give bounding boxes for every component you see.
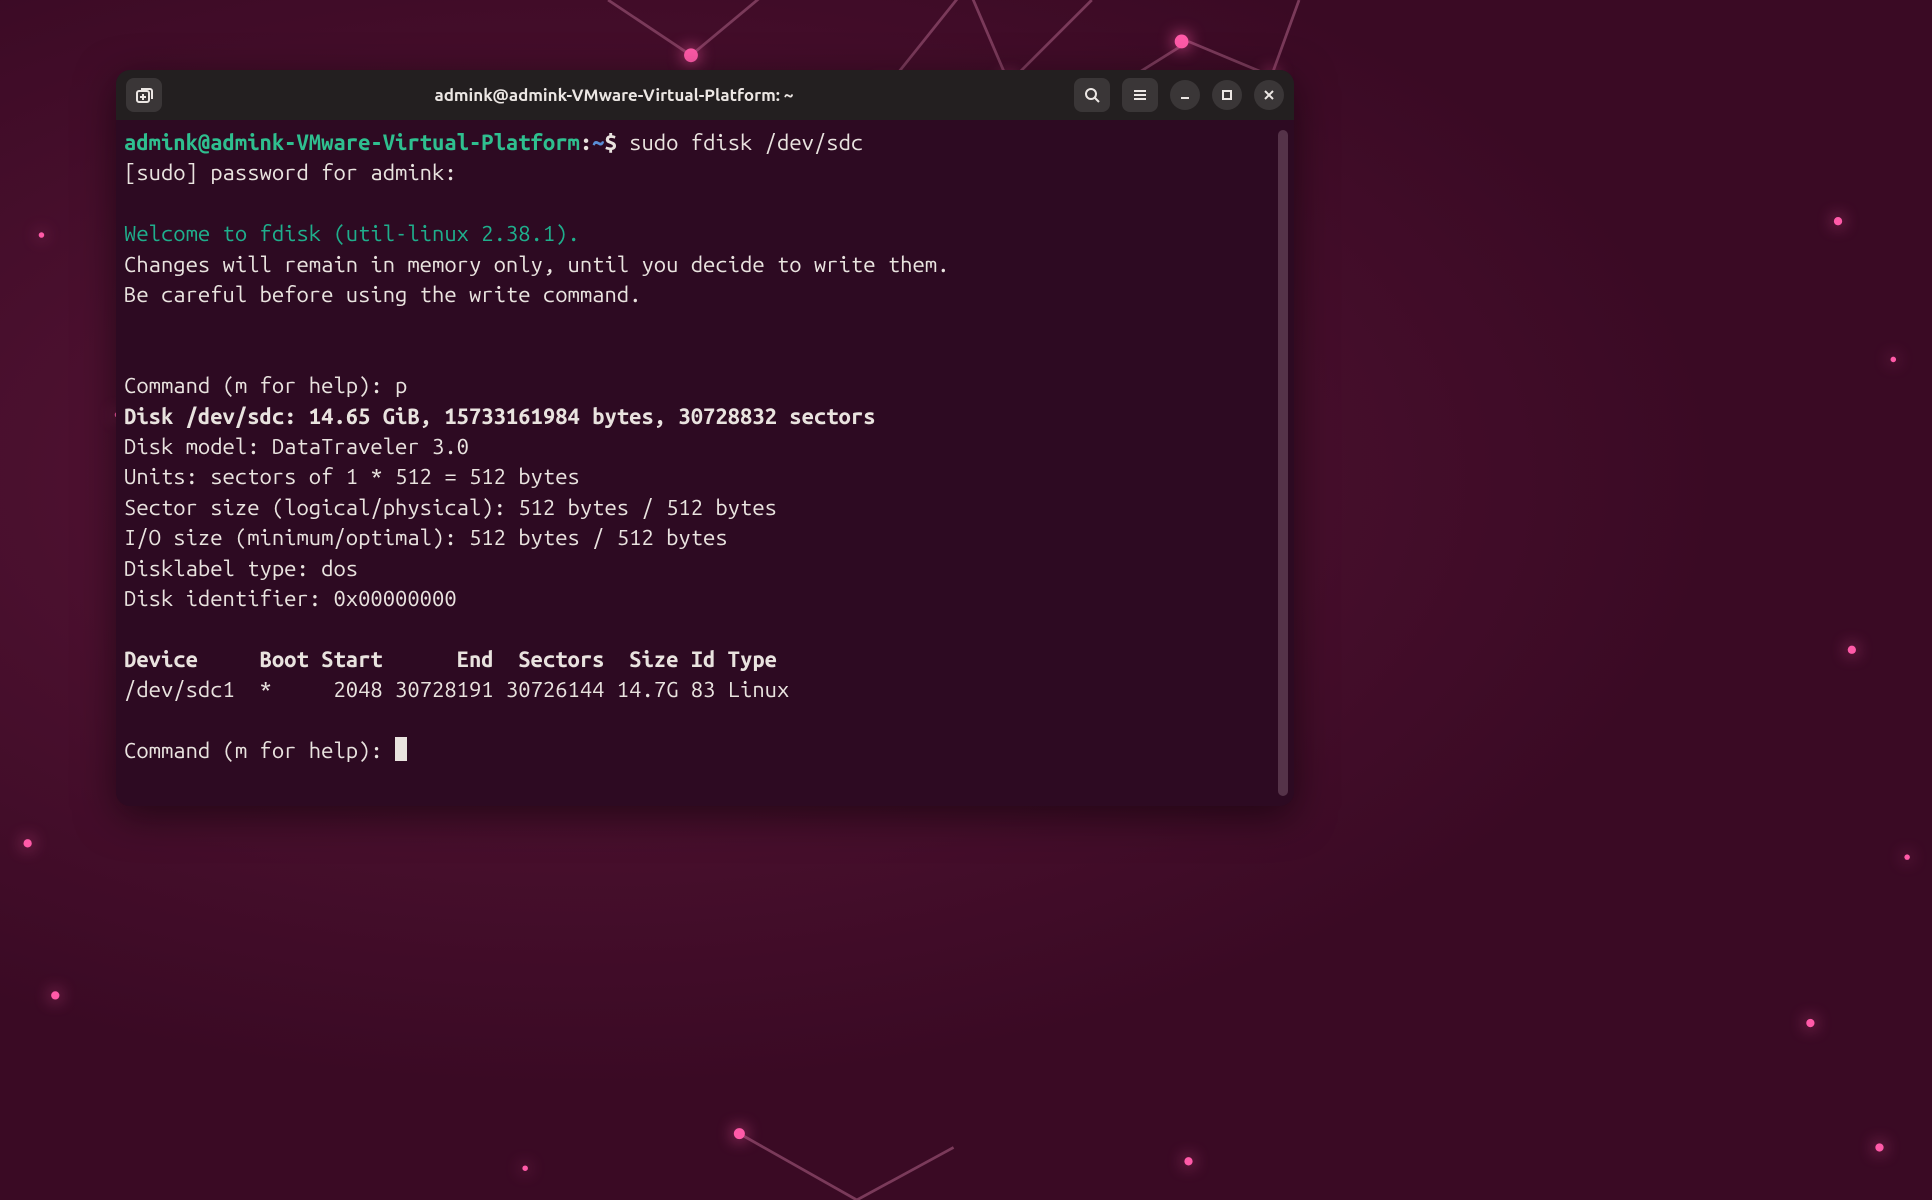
fdisk-cmd-2: Command (m for help):	[124, 738, 395, 763]
close-button[interactable]	[1254, 80, 1284, 110]
sector-size: Sector size (logical/physical): 512 byte…	[124, 495, 777, 520]
new-tab-icon	[135, 86, 153, 104]
terminal-window: admink@admink-VMware-Virtual-Platform: ~	[116, 70, 1294, 806]
disk-summary: Disk /dev/sdc: 14.65 GiB, 15733161984 by…	[124, 404, 876, 429]
disk-model: Disk model: DataTraveler 3.0	[124, 434, 469, 459]
terminal-area[interactable]: admink@admink-VMware-Virtual-Platform:~$…	[116, 120, 1294, 806]
disklabel-type: Disklabel type: dos	[124, 556, 358, 581]
fdisk-cmd-1: Command (m for help): p	[124, 373, 407, 398]
fdisk-note-1: Changes will remain in memory only, unti…	[124, 252, 949, 277]
prompt-sigil: $	[605, 130, 617, 155]
cursor	[395, 737, 407, 761]
new-tab-button[interactable]	[126, 78, 162, 112]
fdisk-welcome: Welcome to fdisk (util-linux 2.38.1).	[124, 221, 580, 246]
disk-identifier: Disk identifier: 0x00000000	[124, 586, 457, 611]
partition-header: Device Boot Start End Sectors Size Id Ty…	[124, 647, 777, 672]
search-button[interactable]	[1074, 78, 1110, 112]
titlebar[interactable]: admink@admink-VMware-Virtual-Platform: ~	[116, 70, 1294, 120]
fdisk-note-2: Be careful before using the write comman…	[124, 282, 641, 307]
menu-button[interactable]	[1122, 78, 1158, 112]
scrollbar[interactable]	[1278, 130, 1288, 796]
search-icon	[1083, 86, 1101, 104]
prompt-user-host: admink@admink-VMware-Virtual-Platform	[124, 130, 580, 155]
minimize-icon	[1178, 88, 1192, 102]
sudo-prompt: [sudo] password for admink:	[124, 160, 457, 185]
terminal-output: admink@admink-VMware-Virtual-Platform:~$…	[124, 128, 1284, 767]
prompt-sep: :	[580, 130, 592, 155]
hamburger-icon	[1131, 86, 1149, 104]
maximize-icon	[1220, 88, 1234, 102]
window-title: admink@admink-VMware-Virtual-Platform: ~	[170, 86, 1058, 105]
prompt-path: ~	[592, 130, 604, 155]
maximize-button[interactable]	[1212, 80, 1242, 110]
close-icon	[1262, 88, 1276, 102]
partition-row: /dev/sdc1 * 2048 30728191 30726144 14.7G…	[124, 677, 789, 702]
command-text: sudo fdisk /dev/sdc	[629, 130, 863, 155]
io-size: I/O size (minimum/optimal): 512 bytes / …	[124, 525, 728, 550]
minimize-button[interactable]	[1170, 80, 1200, 110]
disk-units: Units: sectors of 1 * 512 = 512 bytes	[124, 464, 580, 489]
